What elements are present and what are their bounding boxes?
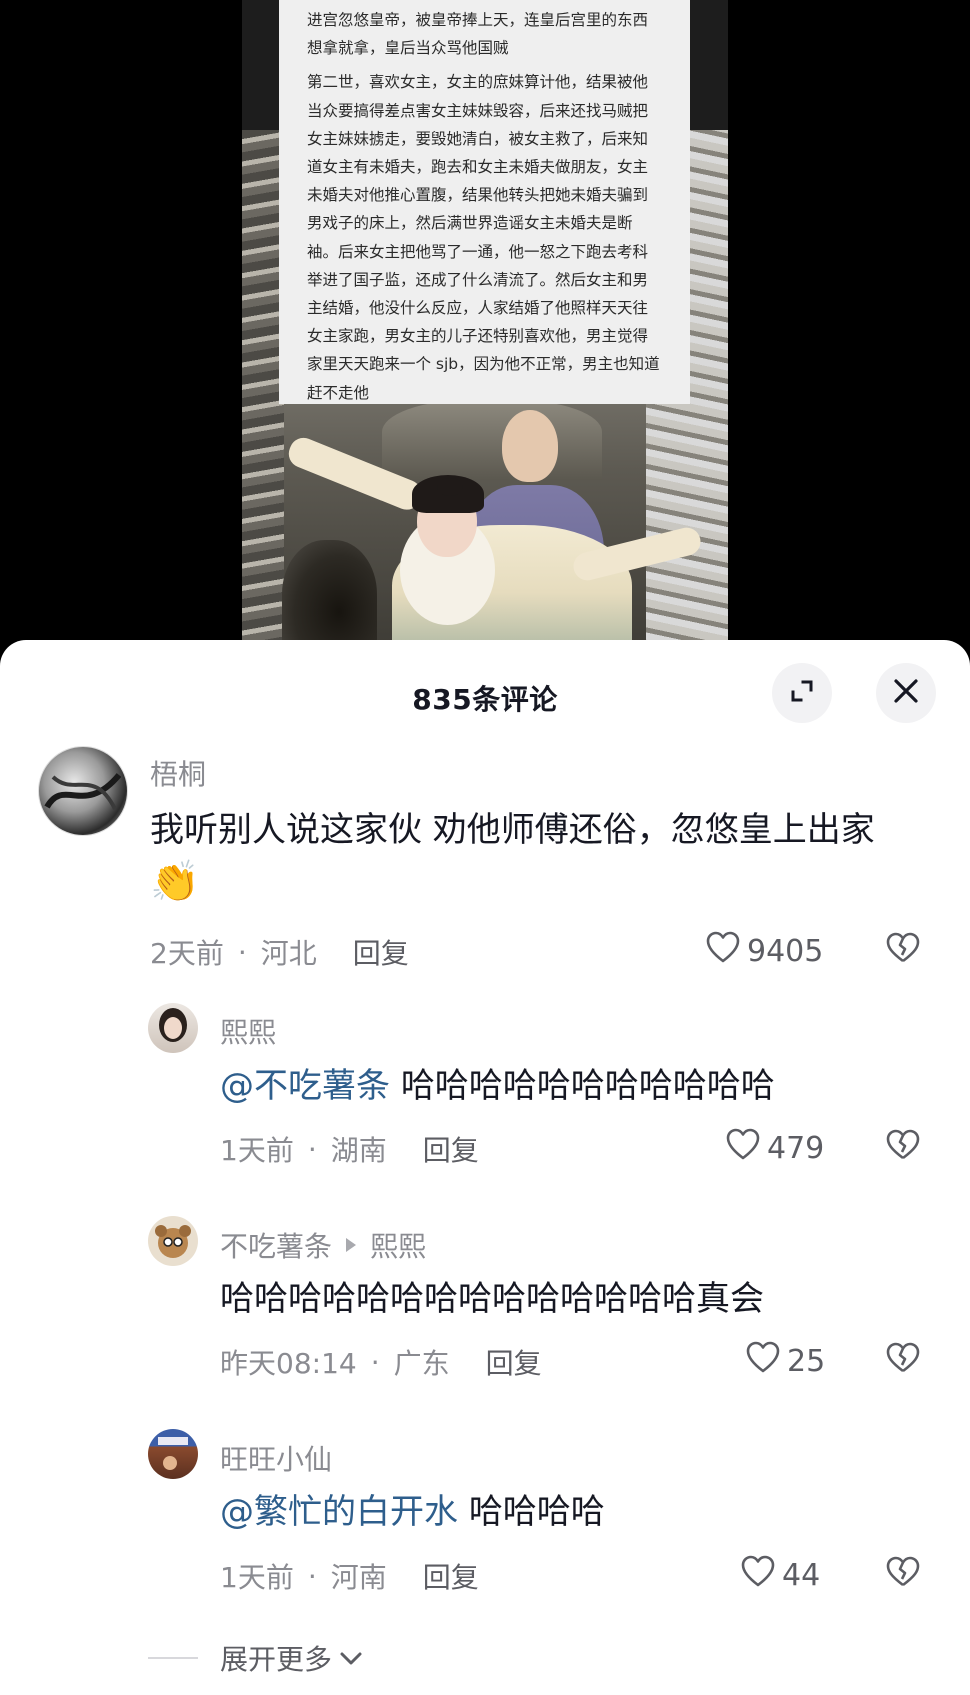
like-button[interactable]: 479 bbox=[725, 1127, 824, 1169]
reply-author-name[interactable]: 不吃薯条 bbox=[220, 1225, 332, 1265]
avatar[interactable] bbox=[148, 1003, 198, 1053]
dislike-button[interactable] bbox=[886, 1556, 920, 1592]
avatar[interactable] bbox=[38, 746, 128, 836]
avatar[interactable] bbox=[148, 1429, 198, 1479]
reply-time: 1天前 bbox=[220, 1134, 294, 1167]
comment-time: 2天前 bbox=[150, 937, 224, 970]
meta-separator: · bbox=[307, 1559, 317, 1593]
like-button[interactable]: 9405 bbox=[705, 930, 823, 972]
like-button[interactable]: 44 bbox=[740, 1554, 820, 1596]
heart-icon bbox=[725, 1127, 767, 1169]
like-count: 44 bbox=[782, 1557, 821, 1593]
rock-wall-left bbox=[242, 130, 284, 660]
reply-location: 湖南 bbox=[330, 1134, 387, 1167]
expand-more-button[interactable]: 展开更多 bbox=[148, 1638, 364, 1678]
reply-button[interactable]: 回复 bbox=[423, 1129, 479, 1169]
close-button[interactable] bbox=[876, 663, 936, 723]
comment-text: 我听别人说这家伙 劝他师傅还俗，忽悠皇上出家 👏 bbox=[150, 804, 940, 910]
comment-location: 河北 bbox=[260, 937, 317, 970]
heart-icon bbox=[740, 1554, 782, 1596]
reply-author[interactable]: 旺旺小仙 bbox=[220, 1438, 332, 1478]
like-count: 9405 bbox=[747, 933, 824, 969]
reply-meta: 1天前 · 湖南 回复 bbox=[220, 1129, 479, 1169]
lady-hair-bun bbox=[437, 478, 463, 496]
reply-location: 广东 bbox=[393, 1347, 450, 1380]
video-frame: 进宫忽悠皇帝，被皇帝捧上天，连皇后宫里的东西想拿就拿，皇后当众骂他国贼 第二世，… bbox=[242, 0, 728, 660]
reply-arrow-icon bbox=[346, 1238, 357, 1252]
dislike-button[interactable] bbox=[886, 932, 920, 968]
dislike-button[interactable] bbox=[886, 1129, 920, 1165]
reply-button[interactable]: 回复 bbox=[353, 932, 409, 972]
comment-meta: 2天前 · 河北 回复 bbox=[150, 932, 409, 972]
reply-target-name[interactable]: 熙熙 bbox=[370, 1225, 426, 1265]
broken-heart-icon bbox=[886, 1342, 920, 1378]
comment-author[interactable]: 梧桐 bbox=[150, 753, 206, 793]
chevron-down-icon bbox=[338, 1648, 364, 1668]
reply-button[interactable]: 回复 bbox=[423, 1556, 479, 1596]
reply-location: 河南 bbox=[330, 1561, 387, 1594]
clap-emoji: 👏 bbox=[150, 859, 200, 905]
video-player[interactable]: 进宫忽悠皇帝，被皇帝捧上天，连皇后宫里的东西想拿就拿，皇后当众骂他国贼 第二世，… bbox=[0, 0, 970, 660]
heart-icon bbox=[745, 1340, 787, 1382]
broken-heart-icon bbox=[886, 932, 920, 968]
reply-text: 哈哈哈哈哈哈哈哈哈哈哈哈哈哈真会 bbox=[220, 1273, 940, 1325]
reply-button[interactable]: 回复 bbox=[486, 1342, 542, 1382]
broken-heart-icon bbox=[886, 1556, 920, 1592]
video-text-overlay: 进宫忽悠皇帝，被皇帝捧上天，连皇后宫里的东西想拿就拿，皇后当众骂他国贼 第二世，… bbox=[279, 0, 690, 404]
expand-more-label: 展开更多 bbox=[220, 1643, 333, 1676]
overlay-paragraph-2: 第二世，喜欢女主，女主的庶妹算计他，结果被他当众要搞得差点害女主妹妹毁容，后来还… bbox=[307, 73, 660, 402]
mention-link[interactable]: @繁忙的白开水 bbox=[220, 1492, 458, 1532]
like-count: 25 bbox=[787, 1343, 826, 1379]
monk-figure-head bbox=[502, 410, 558, 482]
divider-line bbox=[148, 1657, 198, 1659]
dislike-button[interactable] bbox=[886, 1342, 920, 1378]
meta-separator: · bbox=[237, 935, 247, 969]
reply-body: 哈哈哈哈哈哈哈哈哈哈哈 bbox=[400, 1066, 775, 1106]
reply-body: 哈哈哈哈 bbox=[468, 1492, 605, 1532]
overlay-paragraph-1: 进宫忽悠皇帝，被皇帝捧上天，连皇后宫里的东西想拿就拿，皇后当众骂他国贼 bbox=[307, 11, 649, 58]
reply-time: 1天前 bbox=[220, 1561, 294, 1594]
avatar[interactable] bbox=[148, 1216, 198, 1266]
reply-meta: 1天前 · 河南 回复 bbox=[220, 1556, 479, 1596]
meta-separator: · bbox=[370, 1345, 380, 1379]
meta-separator: · bbox=[307, 1132, 317, 1166]
close-icon bbox=[893, 678, 919, 708]
reply-author[interactable]: 熙熙 bbox=[220, 1011, 276, 1051]
like-button[interactable]: 25 bbox=[745, 1340, 825, 1382]
reply-body: 哈哈哈哈哈哈哈哈哈哈哈哈哈哈真会 bbox=[220, 1279, 764, 1319]
rock-ledge bbox=[382, 400, 602, 480]
reply-time: 昨天08:14 bbox=[220, 1347, 357, 1380]
reply-text: @繁忙的白开水 哈哈哈哈 bbox=[220, 1486, 940, 1538]
comment-body: 我听别人说这家伙 劝他师傅还俗，忽悠皇上出家 bbox=[150, 810, 875, 850]
mention-link[interactable]: @不吃薯条 bbox=[220, 1066, 390, 1106]
reply-text: @不吃薯条 哈哈哈哈哈哈哈哈哈哈哈 bbox=[220, 1060, 940, 1112]
like-count: 479 bbox=[767, 1130, 825, 1166]
heart-icon bbox=[705, 930, 747, 972]
expand-icon bbox=[788, 677, 816, 709]
broken-heart-icon bbox=[886, 1129, 920, 1165]
reply-meta: 昨天08:14 · 广东 回复 bbox=[220, 1342, 542, 1382]
expand-button[interactable] bbox=[772, 663, 832, 723]
reply-author: 不吃薯条 熙熙 bbox=[220, 1225, 426, 1265]
